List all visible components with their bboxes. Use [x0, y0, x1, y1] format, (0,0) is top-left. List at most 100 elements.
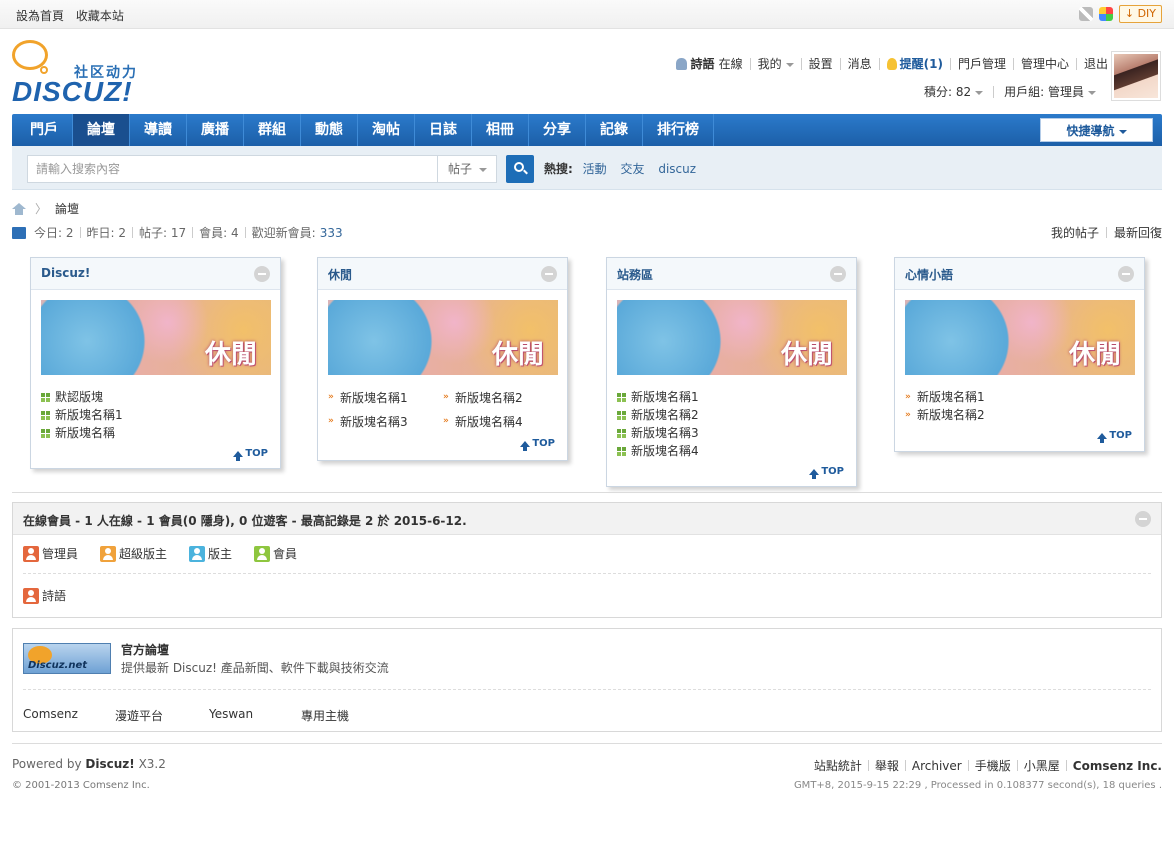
mine-menu[interactable]: 我的 — [758, 55, 794, 72]
official-forum-link[interactable]: 官方論壇 — [121, 641, 169, 658]
fullscreen-icon[interactable] — [1078, 7, 1093, 21]
discuz-net-logo[interactable]: Discuz.net — [23, 643, 111, 674]
product-link[interactable]: Discuz! — [85, 757, 134, 771]
online-status[interactable]: 在線 — [719, 55, 743, 72]
online-user[interactable]: 詩語 — [23, 587, 66, 604]
nav-item[interactable]: 相冊 — [472, 114, 529, 146]
collapse-icon[interactable] — [1118, 266, 1134, 282]
friend-link[interactable]: 漫遊平台 — [115, 707, 209, 724]
site-logo[interactable]: 社区动力 DISCUZ! — [12, 40, 152, 107]
board-banner[interactable]: 休閒 — [905, 300, 1135, 375]
messages-link[interactable]: 消息 — [848, 55, 872, 72]
nav-item[interactable]: 論壇 — [73, 114, 130, 146]
portal-admin-link[interactable]: 門戶管理 — [958, 55, 1006, 72]
quick-nav-button[interactable]: 快捷導航 — [1040, 118, 1153, 142]
collapse-icon[interactable] — [1135, 511, 1151, 527]
avatar[interactable] — [1111, 51, 1161, 101]
nav-item[interactable]: 群組 — [244, 114, 301, 146]
nav-item[interactable]: 淘帖 — [358, 114, 415, 146]
board-banner[interactable]: 休閒 — [617, 300, 847, 375]
online-username[interactable]: 詩語 — [42, 587, 66, 604]
bookmark-site-link[interactable]: 收藏本站 — [76, 9, 124, 23]
search-button[interactable] — [506, 155, 534, 183]
subforum-link[interactable]: 默認版塊 — [55, 388, 103, 406]
nav-item[interactable]: 導讀 — [130, 114, 187, 146]
username-link[interactable]: 詩語 — [691, 55, 715, 72]
nav-item[interactable]: 日誌 — [415, 114, 472, 146]
friend-link[interactable]: Yeswan — [209, 707, 301, 724]
board-title[interactable]: 休閒 — [328, 266, 352, 283]
bullet-icon: » — [905, 392, 911, 402]
hot-search-link[interactable]: 活動 — [583, 162, 607, 176]
company-link[interactable]: Comsenz Inc. — [1073, 759, 1162, 773]
style-switch-icon[interactable] — [1098, 7, 1113, 21]
set-homepage-link[interactable]: 設為首頁 — [16, 9, 64, 23]
stat-yesterday: 昨日: 2 — [86, 226, 127, 240]
latest-replies-link[interactable]: 最新回復 — [1114, 224, 1162, 241]
footer-link[interactable]: 手機版 — [975, 757, 1011, 774]
bar-chart-icon — [12, 226, 26, 239]
search-type-select[interactable]: 帖子 — [437, 155, 497, 183]
back-to-top-button[interactable]: TOP — [520, 438, 555, 451]
subforum-link[interactable]: 新版塊名稱1 — [631, 388, 699, 406]
board-title[interactable]: Discuz! — [41, 266, 90, 280]
main-nav: 門戶 論壇 導讀 廣播 群組 動態 淘帖 日誌 相冊 分享 記錄 排行榜 快捷導航 — [12, 114, 1162, 146]
post-links: 我的帖子 最新回復 — [1051, 224, 1162, 241]
subforum-link[interactable]: 新版塊名稱4 — [631, 442, 699, 460]
stat-posts: 帖子: 17 — [139, 226, 187, 240]
nav-item[interactable]: 記錄 — [586, 114, 643, 146]
nav-item[interactable]: 分享 — [529, 114, 586, 146]
footer-link[interactable]: 小黑屋 — [1024, 757, 1060, 774]
arrow-up-icon — [233, 450, 244, 461]
footer-link[interactable]: 舉報 — [875, 757, 899, 774]
nav-item[interactable]: 門戶 — [16, 114, 73, 146]
subforum-link[interactable]: 新版塊名稱1 — [55, 406, 123, 424]
back-to-top-button[interactable]: TOP — [809, 466, 844, 479]
newest-member-link[interactable]: 333 — [320, 226, 343, 240]
breadcrumb-current[interactable]: 論壇 — [55, 200, 79, 217]
nav-item[interactable]: 動態 — [301, 114, 358, 146]
board-banner[interactable]: 休閒 — [41, 300, 271, 375]
search-input[interactable]: 請輸入搜索內容 — [27, 155, 438, 183]
collapse-icon[interactable] — [541, 266, 557, 282]
subforum-link[interactable]: 新版塊名稱2 — [917, 406, 985, 424]
hot-search-link[interactable]: discuz — [658, 162, 696, 176]
collapse-icon[interactable] — [830, 266, 846, 282]
nav-item[interactable]: 排行榜 — [643, 114, 714, 146]
board-title[interactable]: 站務區 — [617, 266, 653, 283]
friend-link[interactable]: 專用主機 — [301, 707, 349, 724]
subforum-link[interactable]: 新版塊名稱1 — [917, 388, 985, 406]
friend-link[interactable]: Comsenz — [23, 707, 115, 724]
back-to-top-button[interactable]: TOP — [233, 448, 268, 461]
credits-label: 積分: 82 — [924, 85, 972, 99]
logout-link[interactable]: 退出 — [1084, 55, 1108, 72]
diy-button[interactable]: ↓ DIY — [1118, 5, 1162, 23]
subforum-link[interactable]: 新版塊名稱1 — [340, 389, 408, 406]
usergroup-menu[interactable]: 用戶組: 管理員 — [1004, 83, 1096, 100]
breadcrumb-separator: 〉 — [35, 202, 48, 216]
forum-icon — [41, 428, 50, 438]
hot-search-link[interactable]: 交友 — [620, 162, 644, 176]
footer-link[interactable]: Archiver — [912, 759, 962, 773]
credits-menu[interactable]: 積分: 82 — [924, 83, 984, 100]
back-to-top-button[interactable]: TOP — [1097, 430, 1132, 443]
subforum-link[interactable]: 新版塊名稱3 — [340, 413, 408, 430]
footer-link[interactable]: 站點統計 — [814, 757, 862, 774]
nav-item[interactable]: 廣播 — [187, 114, 244, 146]
admin-center-link[interactable]: 管理中心 — [1021, 55, 1069, 72]
board-title[interactable]: 心情小語 — [905, 266, 953, 283]
settings-link[interactable]: 設置 — [809, 55, 833, 72]
subforum-link[interactable]: 新版塊名稱2 — [455, 389, 523, 406]
my-posts-link[interactable]: 我的帖子 — [1051, 224, 1099, 241]
lightbulb-icon — [886, 57, 897, 70]
collapse-icon[interactable] — [254, 266, 270, 282]
member-icon — [254, 545, 271, 562]
subforum-link[interactable]: 新版塊名稱2 — [631, 406, 699, 424]
alerts-link[interactable]: 提醒(1) — [900, 55, 943, 72]
subforum-link[interactable]: 新版塊名稱 — [55, 424, 115, 442]
home-icon[interactable] — [12, 202, 27, 215]
subforum-link[interactable]: 新版塊名稱3 — [631, 424, 699, 442]
forum-stats: 今日: 2 昨日: 2 帖子: 17 會員: 4 歡迎新會員: 333 — [12, 224, 343, 241]
subforum-link[interactable]: 新版塊名稱4 — [455, 413, 523, 430]
board-banner[interactable]: 休閒 — [328, 300, 558, 375]
